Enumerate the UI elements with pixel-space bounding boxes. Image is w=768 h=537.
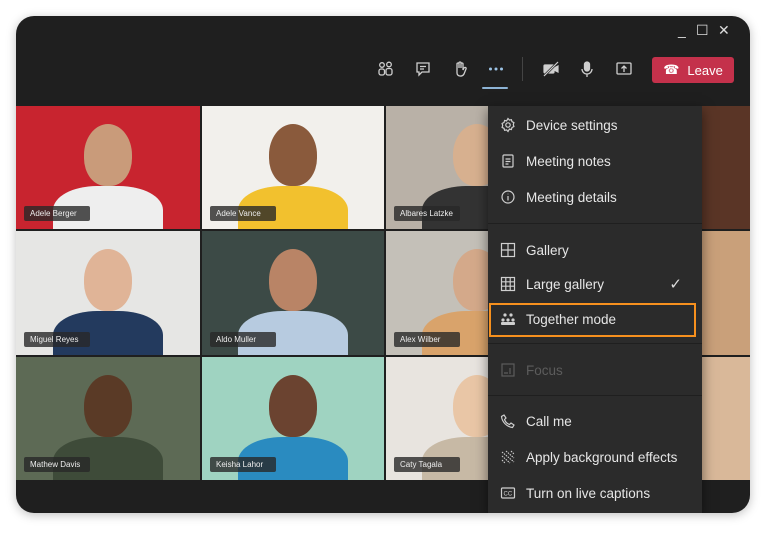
participant-name-label: Adele Vance (210, 206, 276, 221)
participant-face (269, 249, 317, 311)
gallery-icon (500, 242, 516, 258)
participant-video-tile[interactable]: Mathew Davis (16, 357, 200, 480)
participant-face (84, 249, 132, 311)
more-actions-menu: Device settings Meeting notes Meeting de… (488, 106, 702, 513)
title-bar: _ ☐ ✕ (16, 16, 750, 48)
notes-icon (500, 153, 516, 169)
menu-divider (488, 395, 702, 396)
leave-button[interactable]: ☎ Leave (652, 57, 734, 83)
svg-text:CC: CC (504, 492, 513, 498)
menu-item-device-settings[interactable]: Device settings (488, 108, 702, 142)
focus-icon (500, 362, 516, 378)
more-actions-icon[interactable] (482, 57, 508, 89)
menu-item-label: Turn on live captions (526, 485, 651, 501)
gear-icon (500, 117, 516, 133)
chat-icon[interactable] (411, 57, 435, 81)
participant-name-label: Mathew Davis (24, 457, 90, 472)
menu-divider (488, 223, 702, 224)
background-effects-icon (500, 449, 516, 465)
menu-item-label: Gallery (526, 242, 569, 258)
hang-up-icon: ☎ (663, 62, 680, 77)
participant-name-label: Alex Wilber (394, 332, 460, 347)
participant-face (84, 124, 132, 186)
share-screen-icon[interactable] (612, 57, 636, 81)
menu-item-label: Focus (526, 362, 563, 378)
captions-icon: CC (500, 485, 516, 501)
menu-item-label: Meeting details (526, 189, 617, 205)
minimize-button[interactable]: _ (678, 22, 686, 38)
participant-video-tile[interactable]: Keisha Lahor (202, 357, 384, 480)
close-button[interactable]: ✕ (718, 22, 730, 39)
participant-video-tile[interactable]: Miguel Reyes (16, 231, 200, 355)
menu-item-meeting-details[interactable]: Meeting details (488, 180, 702, 214)
participant-face (269, 124, 317, 186)
highlight-box (489, 303, 696, 337)
microphone-icon[interactable] (575, 57, 599, 81)
checkmark-icon: ✓ (669, 276, 682, 293)
leave-label: Leave (687, 62, 723, 78)
phone-icon (500, 413, 516, 429)
participants-icon[interactable] (374, 57, 398, 81)
participant-name-label: Aldo Muller (210, 332, 276, 347)
participant-video-tile[interactable]: Adele Vance (202, 106, 384, 229)
participant-name-label: Keisha Lahor (210, 457, 276, 472)
menu-item-label: Meeting notes (526, 153, 611, 169)
menu-item-label: Apply background effects (526, 449, 678, 465)
participant-name-label: Caty Tagala (394, 457, 460, 472)
menu-item-background-effects[interactable]: Apply background effects (488, 440, 702, 474)
menu-item-label: Call me (526, 413, 572, 429)
menu-item-label: Device settings (526, 117, 618, 133)
large-gallery-icon (500, 276, 516, 292)
active-indicator (482, 87, 508, 89)
participant-name-label: Albares Latzke (394, 206, 460, 221)
participant-face (84, 375, 132, 437)
menu-item-focus: Focus (488, 353, 702, 387)
camera-off-icon[interactable] (539, 57, 563, 81)
meeting-toolbar: ☎ Leave (16, 47, 750, 91)
maximize-button[interactable]: ☐ (696, 22, 709, 39)
participant-video-tile[interactable]: Aldo Muller (202, 231, 384, 355)
teams-meeting-window: _ ☐ ✕ ☎ Leave Adele Berger Adele Vance Al… (16, 16, 750, 513)
menu-item-gallery[interactable]: Gallery (488, 233, 702, 267)
menu-item-large-gallery[interactable]: Large gallery ✓ (488, 267, 702, 301)
participant-name-label: Adele Berger (24, 206, 90, 221)
menu-divider (488, 343, 702, 344)
participant-video-tile[interactable]: Adele Berger (16, 106, 200, 229)
raise-hand-icon[interactable] (448, 57, 472, 81)
toolbar-divider (522, 57, 523, 81)
menu-item-label: Large gallery (526, 276, 605, 292)
menu-item-call-me[interactable]: Call me (488, 404, 702, 438)
menu-item-meeting-notes[interactable]: Meeting notes (488, 144, 702, 178)
participant-face (269, 375, 317, 437)
menu-item-live-captions[interactable]: CC Turn on live captions (488, 476, 702, 510)
participant-name-label: Miguel Reyes (24, 332, 90, 347)
info-icon (500, 189, 516, 205)
